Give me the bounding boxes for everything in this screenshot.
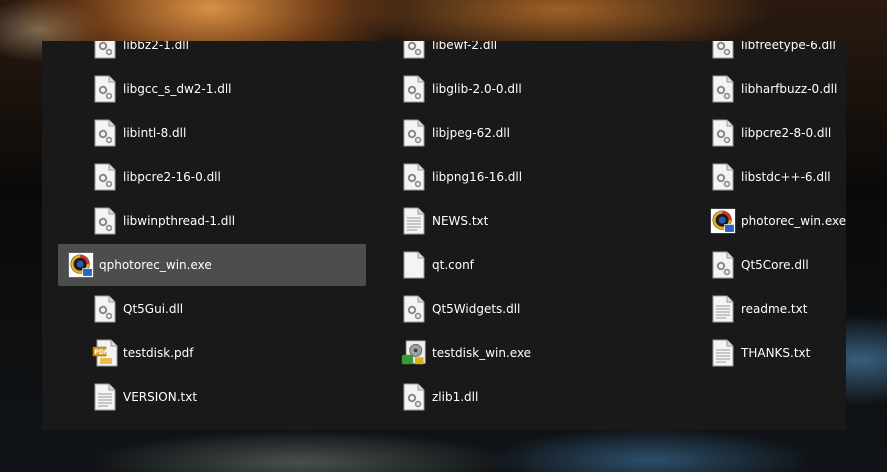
file-item[interactable]: Qt5Widgets.dll <box>391 288 691 330</box>
file-item[interactable]: libglib-2.0-0.dll <box>391 68 691 110</box>
file-name: libharfbuzz-0.dll <box>741 82 838 96</box>
file-item[interactable]: VERSION.txt <box>82 376 382 418</box>
dll-file-icon <box>710 116 736 150</box>
file-name: Qt5Gui.dll <box>123 302 184 316</box>
file-item[interactable]: testdisk_win.exe <box>391 332 691 374</box>
text-file-icon <box>92 380 118 414</box>
dll-file-icon <box>401 292 427 326</box>
dll-file-icon <box>710 41 736 62</box>
file-name: testdisk_win.exe <box>432 346 532 360</box>
file-item[interactable]: THANKS.txt <box>700 332 840 374</box>
text-file-icon <box>401 204 427 238</box>
file-item[interactable]: libpcre2-16-0.dll <box>82 156 382 198</box>
dll-file-icon <box>92 204 118 238</box>
file-name: Qt5Widgets.dll <box>432 302 521 316</box>
file-item[interactable]: libpng16-16.dll <box>391 156 691 198</box>
file-item[interactable]: Qt5Gui.dll <box>82 288 382 330</box>
file-item[interactable]: zlib1.dll <box>391 376 691 418</box>
file-item[interactable]: libpcre2-8-0.dll <box>700 112 840 154</box>
file-name: VERSION.txt <box>123 390 198 404</box>
dll-file-icon <box>710 160 736 194</box>
file-item[interactable]: libgcc_s_dw2-1.dll <box>82 68 382 110</box>
file-name: libfreetype-6.dll <box>741 41 836 52</box>
dll-file-icon <box>401 380 427 414</box>
file-name: libbz2-1.dll <box>123 41 189 52</box>
file-name: NEWS.txt <box>432 214 489 228</box>
dll-file-icon <box>401 72 427 106</box>
dll-file-icon <box>92 292 118 326</box>
file-item[interactable]: libwinpthread-1.dll <box>82 200 382 242</box>
photorec-app-icon <box>68 248 94 282</box>
file-name: libjpeg-62.dll <box>432 126 510 140</box>
file-item[interactable]: libjpeg-62.dll <box>391 112 691 154</box>
file-name: libglib-2.0-0.dll <box>432 82 522 96</box>
file-item[interactable]: qt.conf <box>391 244 691 286</box>
file-name: qphotorec_win.exe <box>99 258 212 272</box>
dll-file-icon <box>92 41 118 62</box>
testdisk-app-icon <box>401 336 427 370</box>
file-item[interactable]: libbz2-1.dll <box>82 41 382 66</box>
file-name: testdisk.pdf <box>123 346 194 360</box>
blank-file-icon <box>401 248 427 282</box>
dll-file-icon <box>710 72 736 106</box>
file-name: Qt5Core.dll <box>741 258 809 272</box>
file-name: libewf-2.dll <box>432 41 498 52</box>
dll-file-icon <box>92 160 118 194</box>
file-name: libgcc_s_dw2-1.dll <box>123 82 232 96</box>
file-name: readme.txt <box>741 302 808 316</box>
file-name: photorec_win.exe <box>741 214 846 228</box>
file-item[interactable]: readme.txt <box>700 288 840 330</box>
text-file-icon <box>710 336 736 370</box>
file-item[interactable]: libharfbuzz-0.dll <box>700 68 840 110</box>
file-explorer-content[interactable]: libbz2-1.dll libewf-2.dll libfreetype-6.… <box>42 41 846 430</box>
file-item[interactable]: libewf-2.dll <box>391 41 691 66</box>
file-name: THANKS.txt <box>741 346 811 360</box>
dll-file-icon <box>401 160 427 194</box>
file-item[interactable]: libintl-8.dll <box>82 112 382 154</box>
file-item[interactable]: Qt5Core.dll <box>700 244 840 286</box>
file-item[interactable]: NEWS.txt <box>391 200 691 242</box>
photorec-app-icon <box>710 204 736 238</box>
svg-text:PDF: PDF <box>95 349 108 356</box>
dll-file-icon <box>401 116 427 150</box>
file-name: libpcre2-16-0.dll <box>123 170 221 184</box>
text-file-icon <box>710 292 736 326</box>
file-item[interactable]: libstdc++-6.dll <box>700 156 840 198</box>
file-item[interactable]: PDF testdisk.pdf <box>82 332 382 374</box>
file-name: libstdc++-6.dll <box>741 170 831 184</box>
dll-file-icon <box>401 41 427 62</box>
file-name: qt.conf <box>432 258 474 272</box>
file-name: zlib1.dll <box>432 390 479 404</box>
file-name: libpng16-16.dll <box>432 170 523 184</box>
file-name: libwinpthread-1.dll <box>123 214 236 228</box>
file-name: libintl-8.dll <box>123 126 187 140</box>
dll-file-icon <box>92 116 118 150</box>
file-name: libpcre2-8-0.dll <box>741 126 832 140</box>
pdf-file-icon: PDF <box>92 336 118 370</box>
file-item-selected[interactable]: qphotorec_win.exe <box>58 244 366 286</box>
dll-file-icon <box>92 72 118 106</box>
dll-file-icon <box>710 248 736 282</box>
file-item[interactable]: photorec_win.exe <box>700 200 846 242</box>
file-item[interactable]: libfreetype-6.dll <box>700 41 840 66</box>
